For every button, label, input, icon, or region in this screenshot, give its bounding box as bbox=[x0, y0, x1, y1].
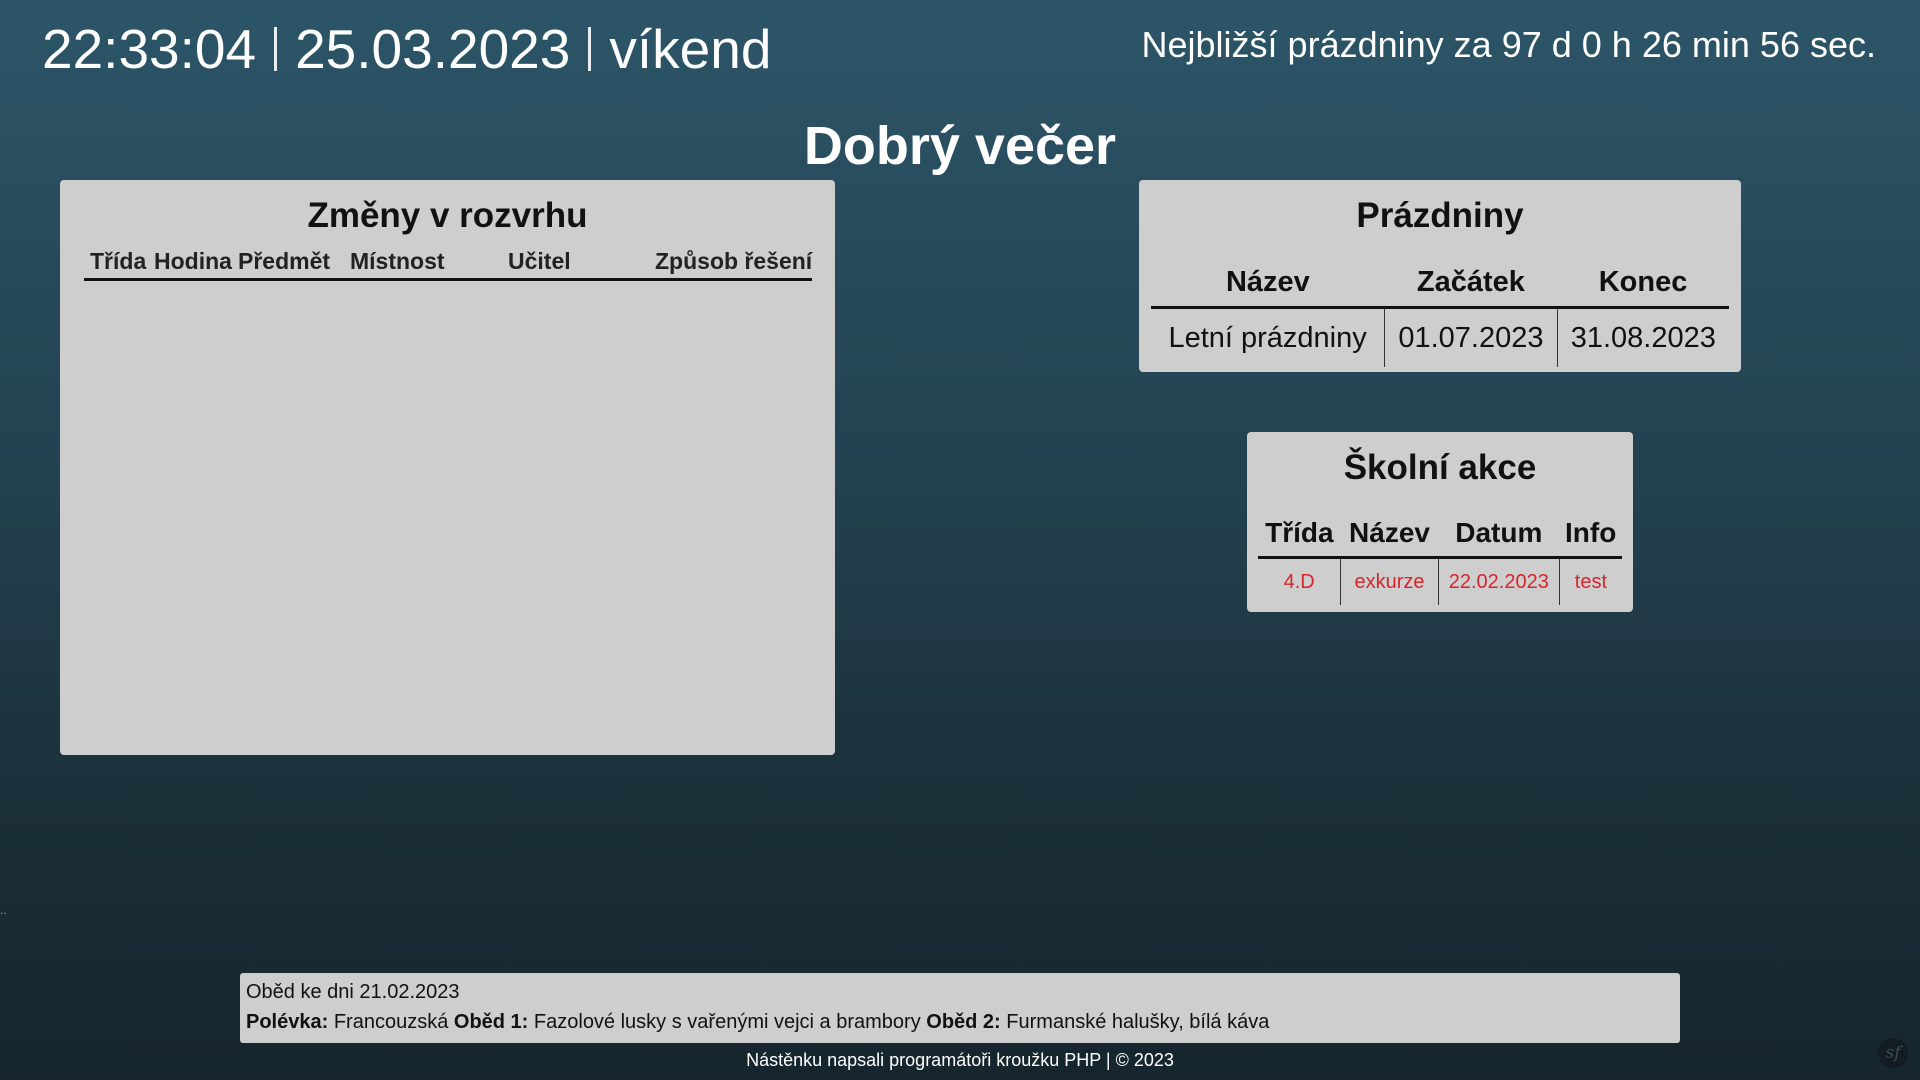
schedule-changes-header-row: Třída Hodina Předmět Místnost Učitel Způ… bbox=[84, 244, 812, 281]
holidays-header-row: Název Začátek Konec bbox=[1151, 258, 1729, 309]
table-row: 4.D exkurze 22.02.2023 test bbox=[1258, 557, 1622, 605]
countdown-prefix: Nejbližší prázdniny za bbox=[1141, 24, 1492, 65]
greeting-heading: Dobrý večer bbox=[803, 116, 1117, 176]
event-info: test bbox=[1558, 557, 1622, 605]
school-events-header-row: Třída Název Datum Info bbox=[1258, 510, 1622, 559]
column-header-date: Datum bbox=[1438, 510, 1560, 559]
holiday-start: 01.07.2023 bbox=[1384, 307, 1558, 367]
clock-bar: 22:33:04 25.03.2023 víkend bbox=[42, 14, 771, 84]
separator bbox=[274, 27, 278, 71]
current-time: 22:33:04 bbox=[42, 18, 257, 80]
column-header-name: Název bbox=[1340, 510, 1439, 559]
countdown-days: 97 d bbox=[1501, 24, 1572, 65]
event-date: 22.02.2023 bbox=[1437, 557, 1560, 605]
column-header-info: Info bbox=[1559, 510, 1622, 559]
column-header-start: Začátek bbox=[1384, 258, 1558, 309]
separator bbox=[588, 27, 592, 71]
holidays-panel: Prázdniny Název Začátek Konec Letní práz… bbox=[1139, 180, 1741, 372]
soup-label: Polévka: bbox=[246, 1011, 329, 1033]
column-header-subject: Předmět bbox=[238, 248, 331, 274]
column-header-class: Třída bbox=[90, 248, 147, 274]
table-row: Letní prázdniny 01.07.2023 31.08.2023 bbox=[1151, 307, 1729, 367]
meal1-label: Oběd 1: bbox=[453, 1011, 529, 1033]
countdown-hours: 0 h bbox=[1581, 24, 1632, 65]
column-header-resolution: Způsob řešení bbox=[655, 248, 813, 274]
symfony-toolbar-icon[interactable]: sf bbox=[1878, 1038, 1908, 1068]
day-type: víkend bbox=[609, 18, 772, 80]
school-events-title: Školní akce bbox=[1343, 448, 1537, 487]
school-events-table: Třída Název Datum Info 4.D exkurze 22.02… bbox=[1258, 510, 1622, 605]
footer-credits: Nástěnku napsali programátoři kroužku PH… bbox=[746, 1050, 1174, 1070]
column-header-teacher: Učitel bbox=[508, 248, 571, 274]
holiday-countdown: Nejbližší prázdniny za 97 d 0 h 26 min 5… bbox=[1142, 24, 1876, 66]
meal2-label: Oběd 2: bbox=[926, 1011, 1001, 1033]
lunch-menu: Polévka: Francouzská Oběd 1: Fazolové lu… bbox=[246, 1011, 1269, 1034]
schedule-changes-title: Změny v rozvrhu bbox=[307, 196, 588, 235]
current-date: 25.03.2023 bbox=[295, 18, 571, 80]
meal2-value: Furmanské halušky, bílá káva bbox=[1006, 1011, 1270, 1033]
countdown-minutes: 26 min bbox=[1641, 24, 1750, 65]
holidays-title: Prázdniny bbox=[1356, 196, 1524, 235]
column-header-class: Třída bbox=[1258, 510, 1341, 559]
event-name: exkurze bbox=[1340, 557, 1439, 605]
column-header-period: Hodina bbox=[154, 248, 232, 274]
column-header-end: Konec bbox=[1557, 258, 1729, 309]
school-events-panel: Školní akce Třída Název Datum Info 4.D e… bbox=[1247, 432, 1633, 612]
holidays-table: Název Začátek Konec Letní prázdniny 01.0… bbox=[1151, 258, 1729, 367]
column-header-name: Název bbox=[1151, 258, 1385, 309]
soup-value: Francouzská bbox=[333, 1011, 449, 1033]
holiday-end: 31.08.2023 bbox=[1556, 307, 1729, 367]
holiday-name: Letní prázdniny bbox=[1168, 321, 1367, 354]
event-class: 4.D bbox=[1283, 570, 1315, 593]
meal1-value: Fazolové lusky s vařenými vejci a brambo… bbox=[533, 1011, 921, 1033]
column-header-room: Místnost bbox=[350, 248, 445, 274]
stray-text: .. bbox=[0, 903, 7, 917]
lunch-date: Oběd ke dni 21.02.2023 bbox=[246, 981, 460, 1003]
lunch-panel: Oběd ke dni 21.02.2023 Polévka: Francouz… bbox=[240, 973, 1680, 1043]
schedule-changes-panel: Změny v rozvrhu Třída Hodina Předmět Mís… bbox=[60, 180, 835, 755]
countdown-seconds: 56 sec. bbox=[1759, 24, 1876, 65]
